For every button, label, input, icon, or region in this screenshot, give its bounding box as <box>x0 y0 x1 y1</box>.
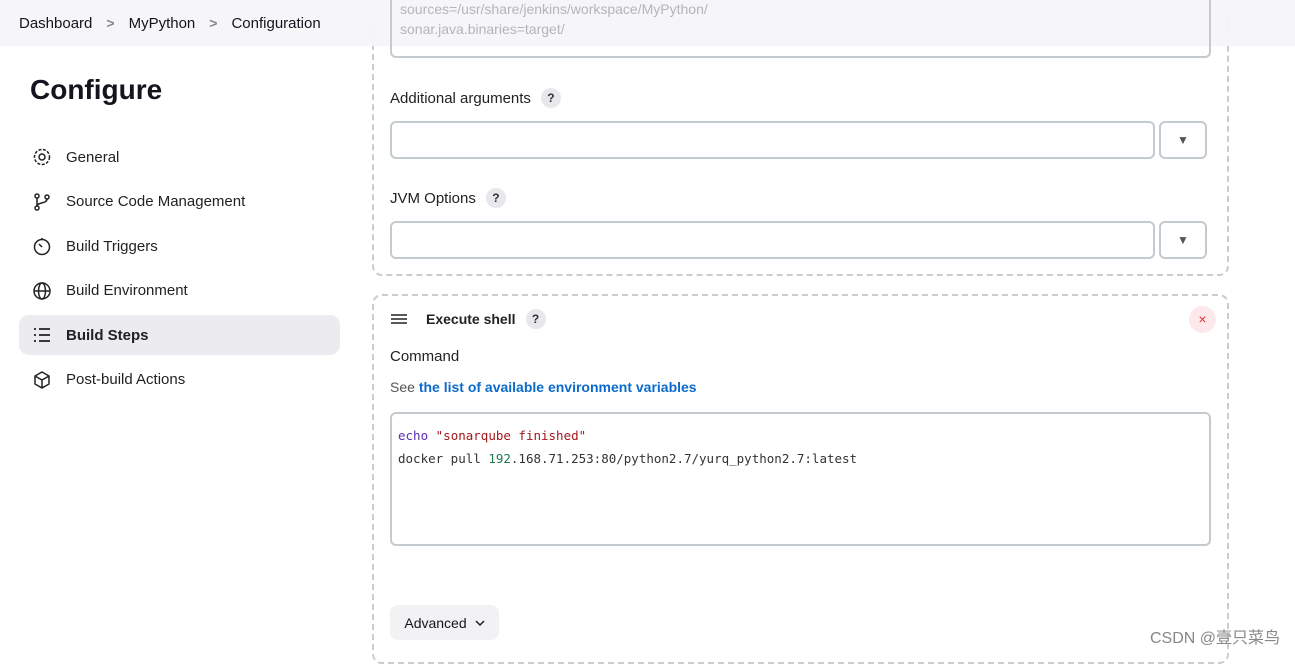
sidebar-item-general[interactable]: General <box>19 137 340 177</box>
command-label: Command <box>390 348 460 365</box>
help-icon[interactable]: ? <box>485 188 506 208</box>
list-icon <box>34 328 50 342</box>
label-text: Additional arguments <box>390 89 531 107</box>
command-line: docker pull 192.168.71.253:80/python2.7/… <box>398 447 1203 470</box>
chevron-down-icon <box>475 619 485 626</box>
sidebar-item-label: Build Triggers <box>66 237 158 255</box>
help-icon[interactable]: ? <box>525 309 546 329</box>
sidebar-item-scm[interactable]: Source Code Management <box>19 182 340 222</box>
number: 192 <box>488 451 511 466</box>
see-text: See <box>390 379 415 395</box>
breadcrumb-mypython[interactable]: MyPython <box>129 15 196 32</box>
sidebar-item-label: Build Environment <box>66 282 188 299</box>
chevron-right-icon: > <box>106 15 115 31</box>
sidebar-item-build-environment[interactable]: Build Environment <box>19 271 340 311</box>
page-title: Configure <box>30 74 163 105</box>
properties-line: sources=/usr/share/jenkins/workspace/MyP… <box>400 1 708 17</box>
sidebar: General Source Code Management Build Tri… <box>19 137 340 404</box>
keyword: echo <box>398 428 429 443</box>
advanced-label: Advanced <box>404 614 467 631</box>
chevron-right-icon: > <box>209 15 218 31</box>
breadcrumb-configuration[interactable]: Configuration <box>231 15 320 32</box>
env-vars-link[interactable]: the list of available environment variab… <box>419 379 697 395</box>
execute-shell-header: Execute shell? <box>390 309 546 329</box>
help-icon[interactable]: ? <box>540 88 561 108</box>
sidebar-item-build-steps[interactable]: Build Steps <box>19 315 340 355</box>
close-icon[interactable]: × <box>1189 306 1216 333</box>
text: .168.71.253:80/python2.7/yurq_python2.7:… <box>510 451 858 466</box>
properties-textarea[interactable]: sources=/usr/share/jenkins/workspace/MyP… <box>390 0 1211 58</box>
env-vars-hint: See the list of available environment va… <box>390 379 697 395</box>
jvm-options-input[interactable] <box>390 221 1155 259</box>
drag-handle-icon[interactable] <box>390 312 408 326</box>
watermark: CSDN @壹只菜鸟 <box>1149 630 1280 647</box>
command-line: echo "sonarqube finished" <box>398 424 1203 447</box>
label-text: JVM Options <box>390 189 476 207</box>
additional-arguments-dropdown[interactable]: ▼ <box>1159 121 1207 159</box>
string: "sonarqube finished" <box>435 428 587 443</box>
globe-icon <box>33 281 51 300</box>
sidebar-item-label: Post-build Actions <box>66 371 186 388</box>
gear-icon <box>33 148 51 166</box>
sidebar-item-label: Build Steps <box>66 326 149 344</box>
sidebar-item-label: General <box>66 148 120 166</box>
sidebar-item-build-triggers[interactable]: Build Triggers <box>19 226 340 266</box>
command-textarea[interactable]: echo "sonarqube finished" docker pull 19… <box>390 412 1211 546</box>
text: docker pull <box>398 451 489 466</box>
box-icon <box>34 370 50 389</box>
step-title: Execute shell <box>426 311 516 327</box>
sidebar-item-post-build[interactable]: Post-build Actions <box>19 360 340 400</box>
additional-arguments-input[interactable] <box>390 121 1155 159</box>
timer-icon <box>33 238 51 256</box>
properties-line: sonar.java.binaries=target/ <box>400 21 565 37</box>
jvm-options-dropdown[interactable]: ▼ <box>1159 221 1207 259</box>
breadcrumb-dashboard[interactable]: Dashboard <box>19 15 92 32</box>
additional-arguments-label: Additional arguments? <box>390 88 561 108</box>
advanced-button[interactable]: Advanced <box>390 605 499 640</box>
sidebar-item-label: Source Code Management <box>66 193 246 210</box>
jvm-options-label: JVM Options? <box>390 188 506 208</box>
branch-icon <box>34 192 50 211</box>
